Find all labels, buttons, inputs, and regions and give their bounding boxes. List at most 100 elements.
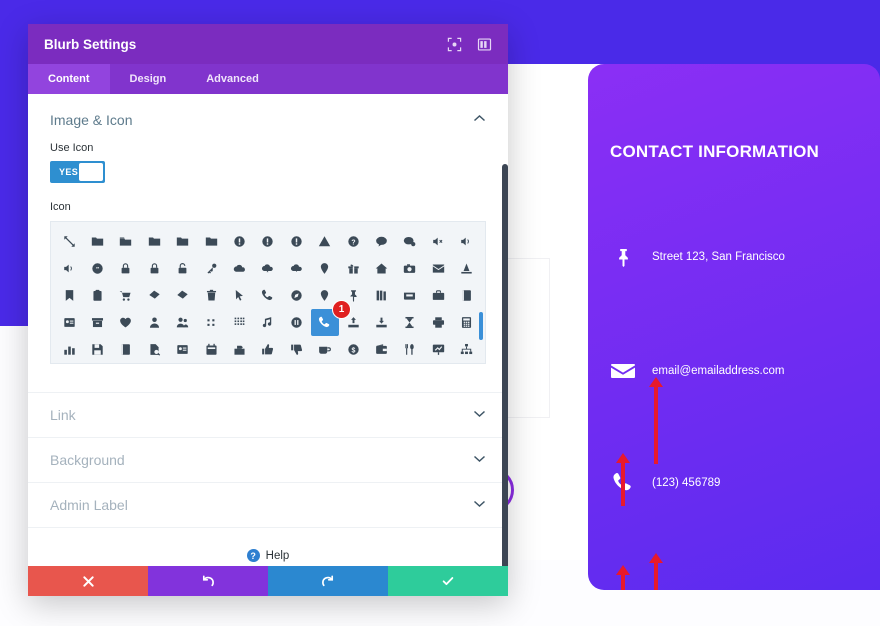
accordion-link[interactable]: Link	[28, 392, 508, 437]
book-icon[interactable]	[453, 282, 481, 309]
vote-box-icon[interactable]	[225, 336, 253, 363]
heart-icon[interactable]	[112, 309, 140, 336]
volume-mute-icon[interactable]	[424, 228, 452, 255]
key-icon[interactable]	[197, 255, 225, 282]
accordion-admin-label[interactable]: Admin Label	[28, 482, 508, 527]
thumbs-up-icon[interactable]	[254, 336, 282, 363]
folder-user-icon[interactable]	[169, 228, 197, 255]
tag-icon[interactable]	[140, 282, 168, 309]
tab-content[interactable]: Content	[28, 64, 110, 94]
tab-advanced[interactable]: Advanced	[186, 64, 279, 94]
focus-mode-icon[interactable]	[446, 36, 462, 52]
inbox-icon[interactable]	[396, 282, 424, 309]
id-card-icon[interactable]	[55, 309, 83, 336]
folder-add-icon[interactable]	[140, 228, 168, 255]
cloud-download-icon[interactable]	[282, 255, 310, 282]
printer-icon[interactable]	[424, 309, 452, 336]
cutlery-icon[interactable]	[396, 336, 424, 363]
modal-scrollbar[interactable]	[502, 164, 508, 566]
undo-button[interactable]	[148, 566, 268, 596]
question-circle-icon: ?	[246, 549, 260, 562]
help-bar[interactable]: ? Help	[28, 527, 508, 566]
volume-high-icon[interactable]	[55, 255, 83, 282]
clipboard-icon[interactable]	[83, 282, 111, 309]
user-icon[interactable]	[140, 309, 168, 336]
tag-alt-icon[interactable]	[169, 282, 197, 309]
compass-icon[interactable]	[282, 282, 310, 309]
archive-box-icon[interactable]	[83, 309, 111, 336]
icon-grid-scrollbar[interactable]	[479, 312, 483, 340]
grid-4-icon[interactable]	[197, 309, 225, 336]
icon-grid[interactable]: ? ” 1 $	[51, 222, 485, 363]
clock-icon[interactable]	[112, 255, 140, 282]
volume-low-icon[interactable]	[453, 228, 481, 255]
wallet-icon[interactable]	[367, 336, 395, 363]
bookmark-icon[interactable]	[55, 282, 83, 309]
envelope-icon[interactable]	[424, 255, 452, 282]
info-circle-icon[interactable]	[225, 228, 253, 255]
upload-box-icon[interactable]	[339, 309, 367, 336]
gift-icon[interactable]	[339, 255, 367, 282]
calendar-icon[interactable]	[197, 336, 225, 363]
music-note-icon[interactable]	[254, 309, 282, 336]
cloud-icon[interactable]	[225, 255, 253, 282]
users-icon[interactable]	[169, 309, 197, 336]
lock-closed-icon[interactable]	[140, 255, 168, 282]
folder-open-icon[interactable]	[112, 228, 140, 255]
phone-icon[interactable]: 1	[310, 300, 351, 336]
coffee-icon[interactable]	[311, 336, 339, 363]
tab-design[interactable]: Design	[110, 64, 187, 94]
grid-9-icon[interactable]	[225, 309, 253, 336]
chats-icon[interactable]	[396, 228, 424, 255]
home-icon[interactable]	[367, 255, 395, 282]
presentation-icon[interactable]	[424, 336, 452, 363]
trash-icon[interactable]	[197, 282, 225, 309]
pause-circle-icon[interactable]	[282, 309, 310, 336]
icon-field-label: Icon	[50, 201, 71, 213]
hourglass-icon[interactable]	[396, 309, 424, 336]
contact-email-text: email@emailaddress.com	[652, 365, 785, 377]
icon-picker[interactable]: ? ” 1 $	[50, 221, 486, 364]
section-title-label: Image & Icon	[50, 112, 133, 128]
contact-address-text: Street 123, San Francisco	[652, 251, 785, 263]
exclamation-circle-icon[interactable]	[282, 228, 310, 255]
question-circle-icon[interactable]: ?	[339, 228, 367, 255]
bar-chart-icon[interactable]	[55, 336, 83, 363]
traffic-cone-icon[interactable]	[453, 255, 481, 282]
dollar-circle-icon[interactable]: $	[339, 336, 367, 363]
resize-icon[interactable]	[55, 228, 83, 255]
camera-icon[interactable]	[396, 255, 424, 282]
layout-columns-icon[interactable]	[476, 36, 492, 52]
microphone-icon[interactable]	[254, 282, 282, 309]
folder-icon[interactable]	[83, 228, 111, 255]
save-button[interactable]	[388, 566, 508, 596]
id-badge-icon[interactable]	[169, 336, 197, 363]
sitemap-icon[interactable]	[453, 336, 481, 363]
cloud-upload-icon[interactable]	[254, 255, 282, 282]
cursor-icon[interactable]	[225, 282, 253, 309]
document-search-icon[interactable]	[140, 336, 168, 363]
lock-open-icon[interactable]	[169, 255, 197, 282]
save-disk-icon[interactable]	[83, 336, 111, 363]
quote-circle-icon[interactable]: ”	[83, 255, 111, 282]
shopping-cart-icon[interactable]	[112, 282, 140, 309]
chat-bubble-icon[interactable]	[367, 228, 395, 255]
book-closed-icon[interactable]	[112, 336, 140, 363]
folder-lock-icon[interactable]	[197, 228, 225, 255]
calculator-icon[interactable]	[453, 309, 481, 336]
chevron-up-icon	[473, 114, 486, 126]
section-image-and-icon[interactable]: Image & Icon	[28, 94, 508, 142]
envelope-icon	[608, 356, 638, 386]
accordion-background-label: Background	[50, 452, 125, 468]
info-filled-icon[interactable]	[254, 228, 282, 255]
map-marker-icon[interactable]	[311, 255, 339, 282]
accordion-background[interactable]: Background	[28, 437, 508, 482]
cancel-button[interactable]	[28, 566, 148, 596]
books-icon[interactable]	[367, 282, 395, 309]
briefcase-icon[interactable]	[424, 282, 452, 309]
use-icon-toggle[interactable]: YES	[50, 161, 105, 183]
download-box-icon[interactable]	[367, 309, 395, 336]
thumbs-down-icon[interactable]	[282, 336, 310, 363]
redo-button[interactable]	[268, 566, 388, 596]
warning-triangle-icon[interactable]	[311, 228, 339, 255]
